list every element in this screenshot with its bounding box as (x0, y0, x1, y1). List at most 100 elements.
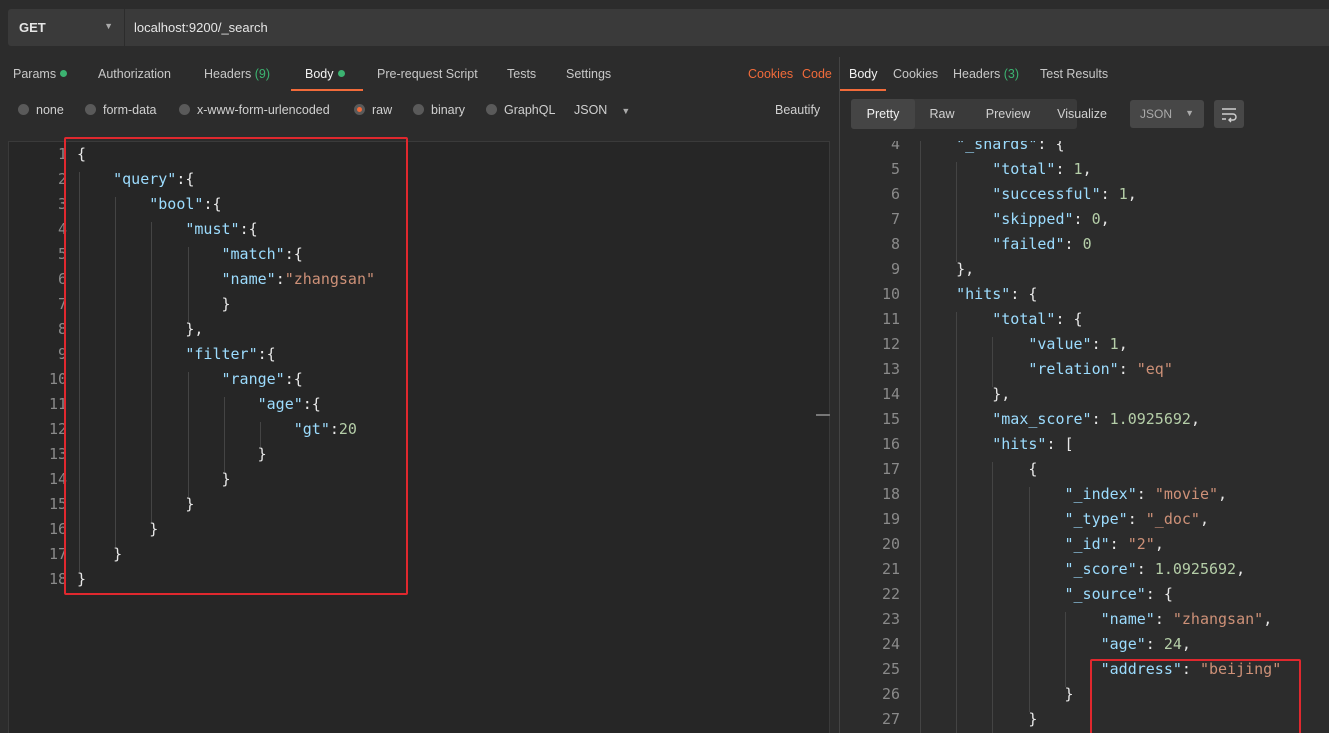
tab-label: Headers (953, 67, 1001, 81)
line-number: 25 (881, 660, 900, 678)
radio-graphql[interactable]: GraphQL (486, 103, 555, 117)
line-number: 17 (48, 545, 67, 563)
tab-body[interactable]: Body (305, 67, 345, 81)
wrap-lines-button[interactable] (1214, 100, 1244, 128)
active-tab-underline (840, 89, 886, 91)
view-mode-raw[interactable]: Raw (915, 99, 969, 129)
radio-label: raw (372, 103, 393, 117)
code-line: "name": "zhangsan", (1100, 610, 1273, 628)
tab-label: Tests (507, 67, 537, 81)
radio-none[interactable]: none (18, 103, 64, 117)
code-line: }, (920, 385, 1011, 403)
status-dot-icon (337, 70, 345, 77)
tab-authorization[interactable]: Authorization (98, 67, 171, 81)
line-number: 11 (48, 395, 67, 413)
view-mode-visualize[interactable]: Visualize (1047, 99, 1117, 129)
radio-circle-icon (179, 104, 190, 115)
line-number: 12 (881, 335, 900, 353)
code-line: "max_score": 1.0925692, (992, 410, 1200, 428)
method-select[interactable]: GET ▼ (8, 9, 124, 46)
response-format-label: JSON (1140, 107, 1173, 121)
response-tab-test-results[interactable]: Test Results (1040, 67, 1108, 81)
tab-tests[interactable]: Tests (507, 67, 536, 81)
line-number: 16 (881, 435, 900, 453)
beautify-button[interactable]: Beautify (775, 103, 820, 117)
indent-guide (992, 462, 994, 733)
tab-pre-request-script[interactable]: Pre-request Script (377, 67, 478, 81)
line-number: 6 (57, 270, 67, 288)
code-line: "_score": 1.0925692, (1064, 560, 1246, 578)
code-line: }, (920, 260, 975, 278)
request-bar: GET ▼ localhost:9200/_search (0, 0, 1329, 57)
response-tabs: Body Cookies Headers (3) Test Results (840, 57, 1329, 91)
line-number: 5 (57, 245, 67, 263)
line-number: 11 (881, 310, 900, 328)
response-body-viewer[interactable]: 4 5 6 7 8 9 10 11 12 13 14 15 16 17 18 19 20 21 22 23 24 25 26… (840, 141, 1329, 733)
line-number: 6 (890, 185, 900, 203)
line-number: 15 (48, 495, 67, 513)
tab-settings[interactable]: Settings (566, 67, 611, 81)
url-input[interactable]: localhost:9200/_search (125, 9, 1329, 46)
line-number: 2 (57, 170, 67, 188)
highlight-box-response (1090, 659, 1301, 733)
code-line: "value": 1, (1028, 335, 1128, 353)
request-body-editor[interactable]: 1 2 3 4 5 6 7 8 9 10 11 12 13 14 15 16 17 18 { "query":{ … (8, 137, 830, 733)
scroll-marker (816, 414, 830, 416)
view-mode-preview[interactable]: Preview (969, 99, 1047, 129)
line-number: 10 (48, 370, 67, 388)
code-line: } (920, 710, 1038, 728)
radio-circle-icon (413, 104, 424, 115)
body-format-select[interactable]: JSON ▼ (574, 103, 630, 117)
line-number: 7 (890, 210, 900, 228)
line-number: 19 (881, 510, 900, 528)
tab-params[interactable]: Params (13, 67, 68, 81)
chevron-down-icon: ▼ (104, 21, 113, 31)
url-text: localhost:9200/_search (134, 20, 268, 35)
line-number: 13 (881, 360, 900, 378)
line-number-gutter: 1 2 3 4 5 6 7 8 9 10 11 12 13 14 15 16 17 18 (9, 142, 67, 733)
response-format-select[interactable]: JSON ▼ (1130, 100, 1204, 128)
tab-headers[interactable]: Headers (9) (204, 67, 270, 81)
line-number: 17 (881, 460, 900, 478)
status-dot-icon (60, 70, 68, 77)
radio-label: binary (431, 103, 466, 117)
code-link[interactable]: Code (802, 67, 832, 81)
code-line: { (920, 460, 1038, 478)
code-line: "skipped": 0, (992, 210, 1110, 228)
line-number: 4 (890, 141, 900, 153)
line-number: 24 (881, 635, 900, 653)
code-line: "_type": "_doc", (1064, 510, 1210, 528)
code-line: "total": 1, (992, 160, 1092, 178)
radio-raw[interactable]: raw (354, 103, 392, 117)
view-mode-pretty[interactable]: Pretty (851, 99, 915, 129)
response-tab-headers[interactable]: Headers (3) (953, 67, 1019, 81)
radio-circle-icon (18, 104, 29, 115)
line-number: 12 (48, 420, 67, 438)
response-tab-cookies[interactable]: Cookies (893, 67, 938, 81)
highlight-box-request (64, 137, 408, 595)
method-label: GET (19, 20, 46, 35)
code-line: "hits": { (956, 285, 1038, 303)
line-number: 26 (881, 685, 900, 703)
tab-label: Settings (566, 67, 612, 81)
tab-label: Body (305, 67, 334, 81)
line-number: 23 (881, 610, 900, 628)
indent-guide (920, 141, 921, 733)
response-tab-body[interactable]: Body (849, 67, 878, 81)
code-line: "_index": "movie", (1064, 485, 1228, 503)
chevron-down-icon: ▼ (621, 106, 631, 116)
line-number: 18 (881, 485, 900, 503)
code-line: "relation": "eq" (1028, 360, 1173, 378)
radio-label: GraphQL (504, 103, 556, 117)
indent-guide (992, 337, 994, 387)
line-number: 14 (48, 470, 67, 488)
line-number: 4 (57, 220, 67, 238)
radio-x-www-form-urlencoded[interactable]: x-www-form-urlencoded (179, 103, 330, 117)
body-type-selector: none form-data x-www-form-urlencoded raw bin… (0, 91, 839, 129)
radio-form-data[interactable]: form-data (85, 103, 157, 117)
radio-binary[interactable]: binary (413, 103, 465, 117)
response-pane: Body Cookies Headers (3) Test Results Prett… (840, 57, 1329, 733)
code-line: "hits": [ (992, 435, 1074, 453)
cookies-link[interactable]: Cookies (748, 67, 793, 81)
code-line: "_source": { (1064, 585, 1173, 603)
